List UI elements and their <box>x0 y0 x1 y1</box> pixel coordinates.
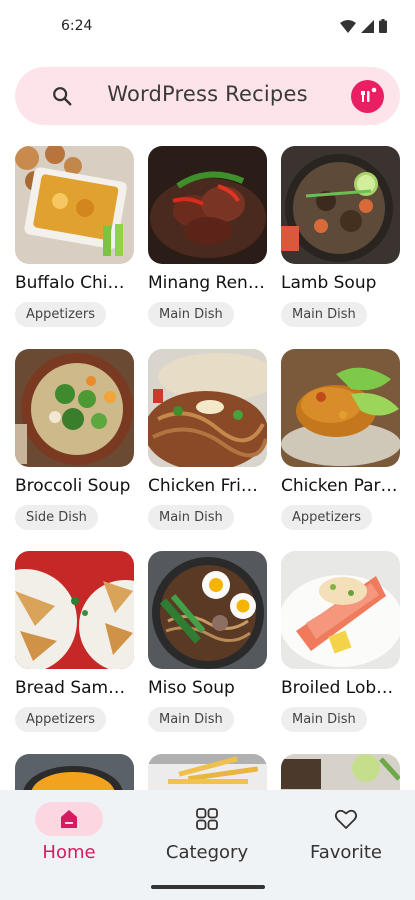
recipe-image[interactable] <box>148 551 267 669</box>
status-icons <box>340 19 387 33</box>
recipe-card[interactable]: Broiled Lobst… Main Dish <box>281 551 401 732</box>
recipe-card[interactable]: Broccoli Soup Side Dish <box>15 349 135 530</box>
nav-home[interactable]: Home <box>0 802 138 863</box>
recipe-image[interactable] <box>15 146 134 264</box>
recipe-title: Miso Soup <box>148 678 235 698</box>
search-icon[interactable] <box>51 85 73 107</box>
recipe-card[interactable]: Miso Soup Main Dish <box>148 551 268 732</box>
utensils-icon <box>361 87 377 102</box>
recipe-title: Chicken Par… <box>281 476 398 496</box>
recipe-image[interactable] <box>281 349 400 467</box>
status-time: 6:24 <box>61 18 93 34</box>
nav-home-label: Home <box>42 842 96 863</box>
search-bar[interactable]: WordPress Recipes <box>15 67 400 125</box>
recipe-title: Chicken Frie… <box>148 476 266 496</box>
status-bar: 6:24 <box>0 0 415 56</box>
category-chip[interactable]: Main Dish <box>281 707 367 732</box>
recipe-card[interactable]: Buffalo Chic… Appetizers <box>15 146 135 327</box>
nav-home-indicator[interactable] <box>35 802 103 836</box>
recipe-image[interactable] <box>15 551 134 669</box>
grid-icon <box>196 808 218 830</box>
battery-icon <box>379 19 387 33</box>
recipe-image[interactable] <box>148 146 267 264</box>
category-chip[interactable]: Appetizers <box>15 707 107 732</box>
category-chip[interactable]: Main Dish <box>148 505 234 530</box>
app-screen: 6:24 WordPress Recipes Buffalo Chic… App… <box>0 0 415 900</box>
recipe-title: Broccoli Soup <box>15 476 131 496</box>
search-title: WordPress Recipes <box>107 82 308 106</box>
bottom-navigation: Home Category Favorite <box>0 790 415 900</box>
nav-category-label: Category <box>165 842 249 863</box>
recipe-card[interactable]: Lamb Soup Main Dish <box>281 146 401 327</box>
recipe-title: Minang Ren… <box>148 273 265 293</box>
nav-favorite-label: Favorite <box>310 842 382 863</box>
recipe-card[interactable]: Chicken Frie… Main Dish <box>148 349 268 530</box>
home-icon <box>61 810 77 828</box>
recipe-title: Bread Samo… <box>15 678 133 698</box>
recipe-card[interactable]: Minang Ren… Main Dish <box>148 146 268 327</box>
heart-icon <box>334 809 358 829</box>
nav-category[interactable]: Category <box>138 802 276 863</box>
recipe-title: Broiled Lobst… <box>281 678 399 698</box>
app-logo-button[interactable] <box>351 80 384 113</box>
recipe-image[interactable] <box>281 146 400 264</box>
recipe-title: Buffalo Chic… <box>15 273 133 293</box>
category-chip[interactable]: Side Dish <box>15 505 98 530</box>
nav-favorite[interactable]: Favorite <box>277 802 415 863</box>
recipe-card[interactable]: Bread Samo… Appetizers <box>15 551 135 732</box>
recipe-image[interactable] <box>281 551 400 669</box>
category-chip[interactable]: Main Dish <box>281 302 367 327</box>
category-chip[interactable]: Appetizers <box>281 505 373 530</box>
recipe-title: Lamb Soup <box>281 273 377 293</box>
signal-icon <box>361 19 374 33</box>
category-chip[interactable]: Appetizers <box>15 302 107 327</box>
recipe-image[interactable] <box>15 349 134 467</box>
category-chip[interactable]: Main Dish <box>148 707 234 732</box>
category-chip[interactable]: Main Dish <box>148 302 234 327</box>
recipe-card[interactable]: Chicken Par… Appetizers <box>281 349 401 530</box>
recipe-image[interactable] <box>148 349 267 467</box>
gesture-home-bar[interactable] <box>151 885 265 889</box>
nav-favorite-indicator[interactable] <box>312 802 380 836</box>
nav-category-indicator[interactable] <box>173 802 241 836</box>
wifi-icon <box>340 19 356 33</box>
